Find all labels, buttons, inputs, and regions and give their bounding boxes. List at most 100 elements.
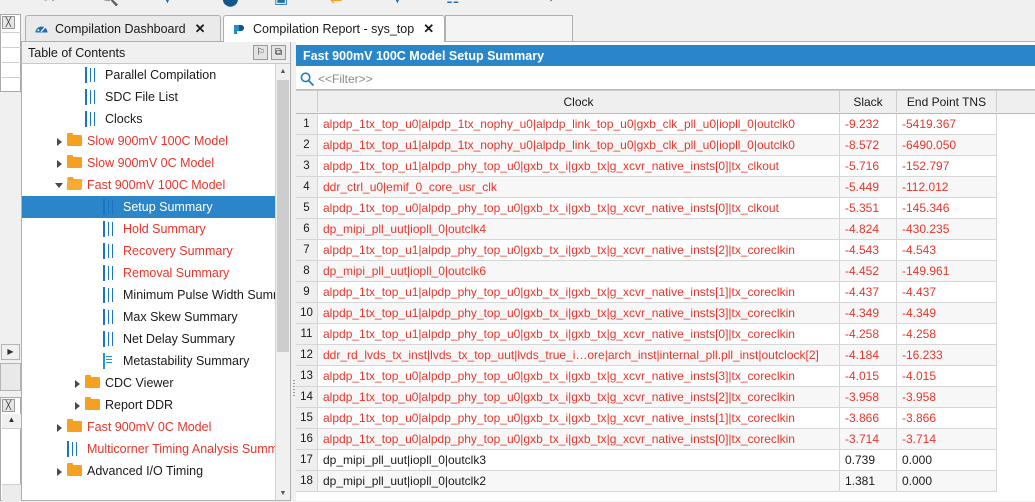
tab-close-icon[interactable]: ✕ [195,21,206,37]
table-row[interactable]: 14 alpdp_1tx_top_u0|alpdp_phy_top_u0|gxb_… [296,387,1035,408]
expand-right-icon[interactable]: ▶ [1,344,20,360]
chevron-right-icon[interactable] [72,400,83,411]
cell-row-number: 7 [296,240,318,261]
cell-row-number: 14 [296,387,318,408]
chevron-right-icon[interactable] [54,466,65,477]
cell-clock: alpdp_1tx_top_u1|alpdp_phy_top_u0|gxb_tx… [318,156,840,177]
down-arrow-2-icon[interactable]: ▼ [390,0,405,6]
report-panel: Fast 900mV 100C Model Setup Summary <<Fi… [296,42,1035,501]
chevron-right-icon[interactable] [54,136,65,147]
toc-item-hold-summary[interactable]: Hold Summary [22,218,276,240]
cell-end-point-tns: -3.714 [897,429,997,450]
chevron-right-icon[interactable] [54,422,65,433]
cell-clock: alpdp_1tx_top_u1|alpdp_phy_top_u0|gxb_tx… [318,240,840,261]
cell-row-number: 1 [296,114,318,135]
pointer-icon[interactable]: ➞ [542,0,555,6]
cell-filler [997,177,1035,198]
toc-item-slow-900mv-0c-model[interactable]: Slow 900mV 0C Model [22,152,276,174]
table-row[interactable]: 1 alpdp_1tx_top_u0|alpdp_1tx_nophy_u0|alp… [296,114,1035,135]
toc-item-net-delay-summary[interactable]: Net Delay Summary [22,328,276,350]
report-filter-bar[interactable]: <<Filter>> [296,69,1035,90]
toc-item-fast-900mv-100c-model[interactable]: Fast 900mV 100C Model [22,174,276,196]
down-arrow-icon[interactable]: ▼ [160,0,175,6]
more-icon[interactable]: ⋯ [498,0,509,6]
report-icon[interactable]: ☷ [446,0,459,6]
table-row[interactable]: 8 dp_mipi_pll_uut|iopll_0|outclk6 -4.452 -1… [296,261,1035,282]
toc-scrollbar[interactable]: ▲ ▼ [275,64,290,500]
table-row[interactable]: 12 ddr_rd_lvds_tx_inst|lvds_tx_top_uut|lv… [296,345,1035,366]
setup-summary-table[interactable]: Clock Slack End Point TNS 1 alpdp_1tx_top… [296,90,1035,501]
scroll-up-arrow-icon[interactable]: ▲ [276,64,290,78]
toc-item-setup-summary[interactable]: Setup Summary [22,196,276,218]
tab-bar-filler [445,15,573,42]
table-empty-row [296,492,1035,501]
zoom-icon[interactable]: 🔍 [100,0,119,6]
cell-clock: dp_mipi_pll_uut|iopll_0|outclk2 [318,471,840,492]
close-icon[interactable]: ╳ [2,16,15,29]
toc-item-slow-900mv-100c-model[interactable]: Slow 900mV 100C Model [22,130,276,152]
toc-item-cdc-viewer[interactable]: CDC Viewer [22,372,276,394]
cell-slack: -4.543 [840,240,897,261]
column-header-rownum[interactable] [296,91,318,112]
toc-item-max-skew-summary[interactable]: Max Skew Summary [22,306,276,328]
toc-item-minimum-pulse-width-summary[interactable]: Minimum Pulse Width Summary [22,284,290,306]
table-row[interactable]: 6 dp_mipi_pll_uut|iopll_0|outclk4 -4.824 -4… [296,219,1035,240]
scrollbar-thumb[interactable] [277,80,289,352]
folder-icon [67,463,82,478]
table-row[interactable]: 18 dp_mipi_pll_uut|iopll_0|outclk2 1.381 0.… [296,471,1035,492]
tab-compilation-report[interactable]: Compilation Report - sys_top ✕ [223,15,445,42]
cell-slack: -5.449 [840,177,897,198]
filter-input[interactable]: <<Filter>> [318,72,373,86]
table-row[interactable]: 15 alpdp_1tx_top_u0|alpdp_phy_top_u0|gxb_… [296,408,1035,429]
toc-tree[interactable]: Parallel Compilation SDC File List Clocks S… [22,64,290,500]
detach-icon[interactable]: ⧉ [271,45,286,60]
chart-icon[interactable]: ▣ [274,0,288,6]
chevron-down-icon[interactable] [54,180,65,191]
toc-item-multicorner-timing-analysis-summary[interactable]: Multicorner Timing Analysis Summary [22,438,290,460]
table-row[interactable]: 5 alpdp_1tx_top_u0|alpdp_phy_top_u0|gxb_t… [296,198,1035,219]
close-icon-2[interactable]: ╳ [2,399,15,412]
toc-item-metastability-summary[interactable]: Metastability Summary [22,350,276,372]
column-header-slack[interactable]: Slack [840,91,897,112]
table-row[interactable]: 16 alpdp_1tx_top_u0|alpdp_phy_top_u0|gxb_… [296,429,1035,450]
column-header-end-point-tns[interactable]: End Point TNS [897,91,997,112]
toc-item-advanced-i-o-timing[interactable]: Advanced I/O Timing [22,460,276,482]
table-row[interactable]: 9 alpdp_1tx_top_u1|alpdp_phy_top_u0|gxb_t… [296,282,1035,303]
table-row[interactable]: 10 alpdp_1tx_top_u1|alpdp_phy_top_u0|gxb_… [296,303,1035,324]
main-toolbar[interactable]: ➦ 🔍 ▼ ⬤ ▣ ⇄ ▼ ☷ ⋯ ➞ [0,0,1035,14]
folder-icon [85,397,100,412]
cursor-icon[interactable]: ➦ [44,0,57,6]
toc-item-clocks[interactable]: Clocks [22,108,276,130]
tab-close-icon[interactable]: ✕ [423,21,434,37]
cell-row-number: 10 [296,303,318,324]
toc-item-sdc-file-list[interactable]: SDC File List [22,86,276,108]
toc-item-fast-900mv-0c-model[interactable]: Fast 900mV 0C Model [22,416,276,438]
cell-end-point-tns: 0.000 [897,450,997,471]
chevron-right-icon[interactable] [54,158,65,169]
chevron-right-icon[interactable] [72,378,83,389]
cell-row-number: 5 [296,198,318,219]
toc-item-label: Minimum Pulse Width Summary [123,288,290,302]
toc-item-parallel-compilation[interactable]: Parallel Compilation [22,64,276,86]
table-row[interactable]: 3 alpdp_1tx_top_u1|alpdp_phy_top_u0|gxb_t… [296,156,1035,177]
tab-compilation-dashboard[interactable]: Compilation Dashboard ✕ [25,15,221,42]
table-row[interactable]: 13 alpdp_1tx_top_u0|alpdp_phy_top_u0|gxb_… [296,366,1035,387]
table-row[interactable]: 4 ddr_ctrl_u0|emif_0_core_usr_clk -5.449 -1… [296,177,1035,198]
scroll-down-arrow-icon[interactable]: ▼ [276,486,290,500]
cell-row-number: 18 [296,471,318,492]
table-row[interactable]: 11 alpdp_1tx_top_u1|alpdp_phy_top_u0|gxb_… [296,324,1035,345]
compare-icon[interactable]: ⇄ [330,0,343,6]
table-row[interactable]: 7 alpdp_1tx_top_u1|alpdp_phy_top_u0|gxb_t… [296,240,1035,261]
toc-item-report-ddr[interactable]: Report DDR [22,394,276,416]
table-icon [85,89,100,105]
toc-item-removal-summary[interactable]: Removal Summary [22,262,276,284]
toc-item-recovery-summary[interactable]: Recovery Summary [22,240,276,262]
pin-icon[interactable]: ⚐ [253,45,268,60]
scroll-up-icon[interactable]: ▲ [2,414,21,429]
circle-icon[interactable]: ⬤ [222,0,239,6]
table-row[interactable]: 2 alpdp_1tx_top_u1|alpdp_1tx_nophy_u0|alp… [296,135,1035,156]
table-row[interactable]: 17 dp_mipi_pll_uut|iopll_0|outclk3 0.739 0.… [296,450,1035,471]
column-header-clock[interactable]: Clock [318,91,840,112]
